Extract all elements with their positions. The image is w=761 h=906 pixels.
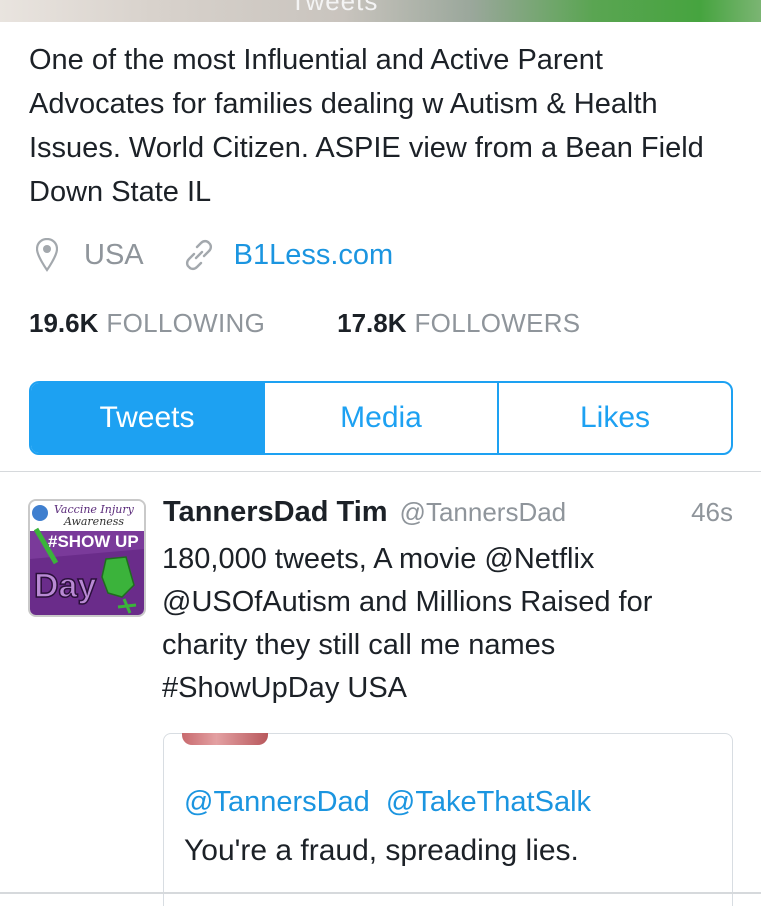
tweet-text: 180,000 tweets, A movie @Netflix @USOfAu… [162, 543, 653, 704]
map-pin-icon [35, 237, 59, 272]
profile-bio: One of the most Influential and Active P… [29, 44, 704, 208]
quoted-media-thumbnail [182, 733, 268, 745]
quoted-tweet-card[interactable]: @TannersDad @TakeThatSalk You're a fraud… [163, 733, 733, 906]
following-stat[interactable]: 19.6K FOLLOWING [29, 308, 265, 339]
profile-meta-row: USA B1Less.com [35, 234, 394, 276]
display-name[interactable]: TannersDad Tim [163, 496, 388, 529]
quote-mention-tannersdad[interactable]: @TannersDad [184, 786, 370, 818]
avatar-line-4: Day [34, 567, 96, 605]
followers-stat[interactable]: 17.8K FOLLOWERS [337, 308, 580, 339]
following-count: 19.6K [29, 307, 99, 338]
location-text: USA [84, 238, 144, 271]
profile-header-banner: Tweets [0, 0, 761, 22]
tweet-header: TannersDad Tim @TannersDad 46s [163, 496, 733, 536]
followers-count: 17.8K [337, 307, 407, 338]
cropped-header-label: Tweets [290, 0, 379, 16]
follow-stats: 19.6K FOLLOWING 17.8K FOLLOWERS [29, 303, 580, 343]
following-label: FOLLOWING [106, 307, 266, 338]
tweet-timestamp: 46s [691, 497, 733, 527]
avatar-line-3: #SHOW UP [48, 532, 139, 551]
quote-mentions: @TannersDad @TakeThatSalk [184, 786, 591, 819]
profile-screen: Tweets One of the most Influential and A… [0, 0, 761, 906]
tab-tweets[interactable]: Tweets [31, 383, 263, 453]
link-icon [182, 238, 216, 272]
tab-media[interactable]: Media [263, 383, 497, 453]
username[interactable]: @TannersDad [400, 497, 567, 528]
profile-tabs: Tweets Media Likes [29, 381, 733, 455]
bottom-divider [0, 892, 761, 894]
avatar[interactable]: Vaccine Injury Awareness #SHOW UP Day [28, 499, 146, 617]
quote-text: You're a fraud, spreading lies. [184, 834, 579, 867]
avatar-line-2: Awareness [63, 515, 124, 528]
tab-likes[interactable]: Likes [497, 383, 731, 453]
followers-label: FOLLOWERS [414, 307, 581, 338]
website-link[interactable]: B1Less.com [234, 239, 394, 272]
quote-mention-takethatsalk[interactable]: @TakeThatSalk [386, 786, 591, 818]
